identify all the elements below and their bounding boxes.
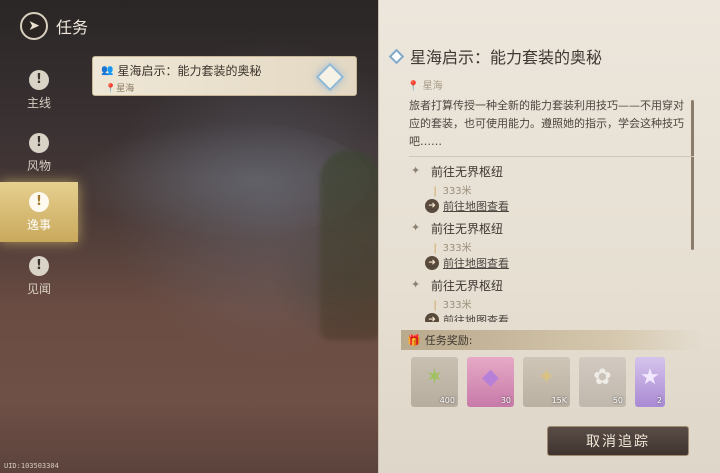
quest-detail-title-text: 星海启示：能力套装的奥秘	[410, 48, 603, 67]
quest-card-location: 📍星海	[101, 81, 348, 94]
quest-step: ✦ 前往无界枢纽 ❘ 333米 ➜ 前往地图查看	[409, 217, 694, 274]
header-title: 任务	[56, 18, 89, 37]
gift-icon: 🎁	[407, 333, 421, 347]
arrow-right-icon: ➜	[425, 199, 439, 213]
view-on-map-link[interactable]: ➜ 前往地图查看	[425, 312, 509, 322]
reward-count: 30	[500, 396, 511, 405]
quest-detail-location-text: 星海	[422, 81, 443, 92]
reward-count: 2	[656, 396, 662, 405]
arrow-right-icon: ➜	[425, 313, 439, 322]
sidebar-item-main[interactable]: ! 主线	[0, 60, 78, 120]
exclamation-icon: !	[29, 255, 49, 276]
header: ➤ 任务	[20, 12, 88, 40]
exclamation-icon: !	[29, 191, 49, 212]
location-pin-icon: ❘	[431, 243, 440, 254]
reward-item[interactable]: ✶ 400	[411, 357, 458, 407]
sparkle-icon: ✦	[411, 278, 421, 291]
reward-count: 15K	[551, 396, 567, 405]
quest-step: ✦ 前往无界枢纽 ❘ 333米 ➜ 前往地图查看	[409, 160, 694, 217]
quest-detail-title: 星海启示：能力套装的奥秘	[388, 44, 603, 68]
quest-description: 旅者打算传授一种全新的能力套装利用技巧——不用穿对应的套装，也可使用能力。遵照她…	[409, 99, 684, 148]
compass-back-icon[interactable]: ➤	[20, 12, 48, 40]
sidebar-item-label: 主线	[26, 95, 51, 110]
reward-count: 50	[612, 396, 623, 405]
step-distance: ❘ 333米	[431, 296, 472, 311]
people-icon: 👥	[101, 65, 114, 76]
sidebar-item-label: 风物	[26, 158, 51, 173]
quest-steps-list: ✦ 前往无界枢纽 ❘ 333米 ➜ 前往地图查看 ✦ 前往无界枢纽 ❘ 333米 …	[409, 160, 694, 322]
arrow-right-icon: ➜	[425, 256, 439, 270]
sidebar-item-encounters[interactable]: ! 见闻	[0, 246, 78, 306]
step-title: 前往无界枢纽	[431, 279, 504, 293]
sidebar-item-anecdote[interactable]: ! 逸事	[0, 182, 78, 242]
reward-header: 🎁 任务奖励:	[401, 330, 701, 350]
pink-gem-icon: ◆	[482, 364, 499, 390]
quest-step: ✦ 前往无界枢纽 ❘ 333米 ➜ 前往地图查看	[409, 274, 694, 322]
step-distance: ❘ 333米	[431, 239, 472, 254]
view-on-map-link[interactable]: ➜ 前往地图查看	[425, 198, 509, 214]
view-on-map-link[interactable]: ➜ 前往地图查看	[425, 255, 509, 271]
quest-detail-location: 📍 星海	[407, 77, 443, 92]
step-title: 前往无界枢纽	[431, 165, 504, 179]
quest-card-location-text: 星海	[116, 84, 135, 94]
reward-item[interactable]: ★ 2	[635, 357, 665, 407]
quest-card-title: 星海启示：能力套装的奥秘	[117, 64, 262, 78]
location-pin-icon: 📍	[407, 81, 420, 92]
step-distance-text: 333米	[442, 186, 472, 197]
sidebar-item-scenery[interactable]: ! 风物	[0, 123, 78, 183]
sparkle-icon: ✦	[411, 164, 421, 177]
gold-star-icon: ✦	[537, 364, 556, 390]
diamond-icon	[388, 48, 405, 64]
view-on-map-text: 前往地图查看	[443, 200, 509, 213]
quest-detail-panel: 星海启示：能力套装的奥秘 📍 星海 旅者打算传授一种全新的能力套装利用技巧——不…	[378, 0, 720, 473]
step-distance: ❘ 333米	[431, 182, 472, 197]
reward-count: 400	[439, 396, 455, 405]
ribbon-bow-icon: ✿	[593, 364, 612, 390]
sidebar-item-label: 见闻	[26, 281, 51, 296]
reward-item[interactable]: ✿ 50	[579, 357, 626, 407]
quest-card-title-row: 👥 星海启示：能力套装的奥秘	[101, 62, 348, 79]
divider	[409, 156, 694, 157]
quest-list-card[interactable]: 👥 星海启示：能力套装的奥秘 📍星海	[92, 56, 357, 96]
green-star-crystal-icon: ✶	[425, 364, 444, 390]
scene-character	[320, 150, 380, 340]
location-pin-icon: 📍	[105, 84, 117, 94]
sidebar-item-label: 逸事	[26, 217, 51, 232]
step-title: 前往无界枢纽	[431, 222, 504, 236]
sparkle-icon: ✦	[411, 221, 421, 234]
view-on-map-text: 前往地图查看	[443, 257, 509, 270]
cancel-tracking-button[interactable]: 取消追踪	[547, 426, 689, 456]
step-distance-text: 333米	[442, 300, 472, 311]
reward-item[interactable]: ✦ 15K	[523, 357, 570, 407]
exclamation-icon: !	[29, 69, 49, 90]
view-on-map-text: 前往地图查看	[443, 314, 509, 322]
reward-item[interactable]: ◆ 30	[467, 357, 514, 407]
reward-label: 任务奖励:	[424, 334, 473, 347]
location-pin-icon: ❘	[431, 186, 440, 197]
diamond-tracking-icon[interactable]	[314, 61, 346, 93]
exclamation-icon: !	[29, 132, 49, 153]
location-pin-icon: ❘	[431, 300, 440, 311]
step-distance-text: 333米	[442, 243, 472, 254]
purple-star-icon: ★	[640, 364, 660, 390]
uid-label: UID:103503304	[4, 462, 59, 470]
reward-list: ✶ 400 ◆ 30 ✦ 15K ✿ 50 ★ 2	[411, 357, 674, 407]
